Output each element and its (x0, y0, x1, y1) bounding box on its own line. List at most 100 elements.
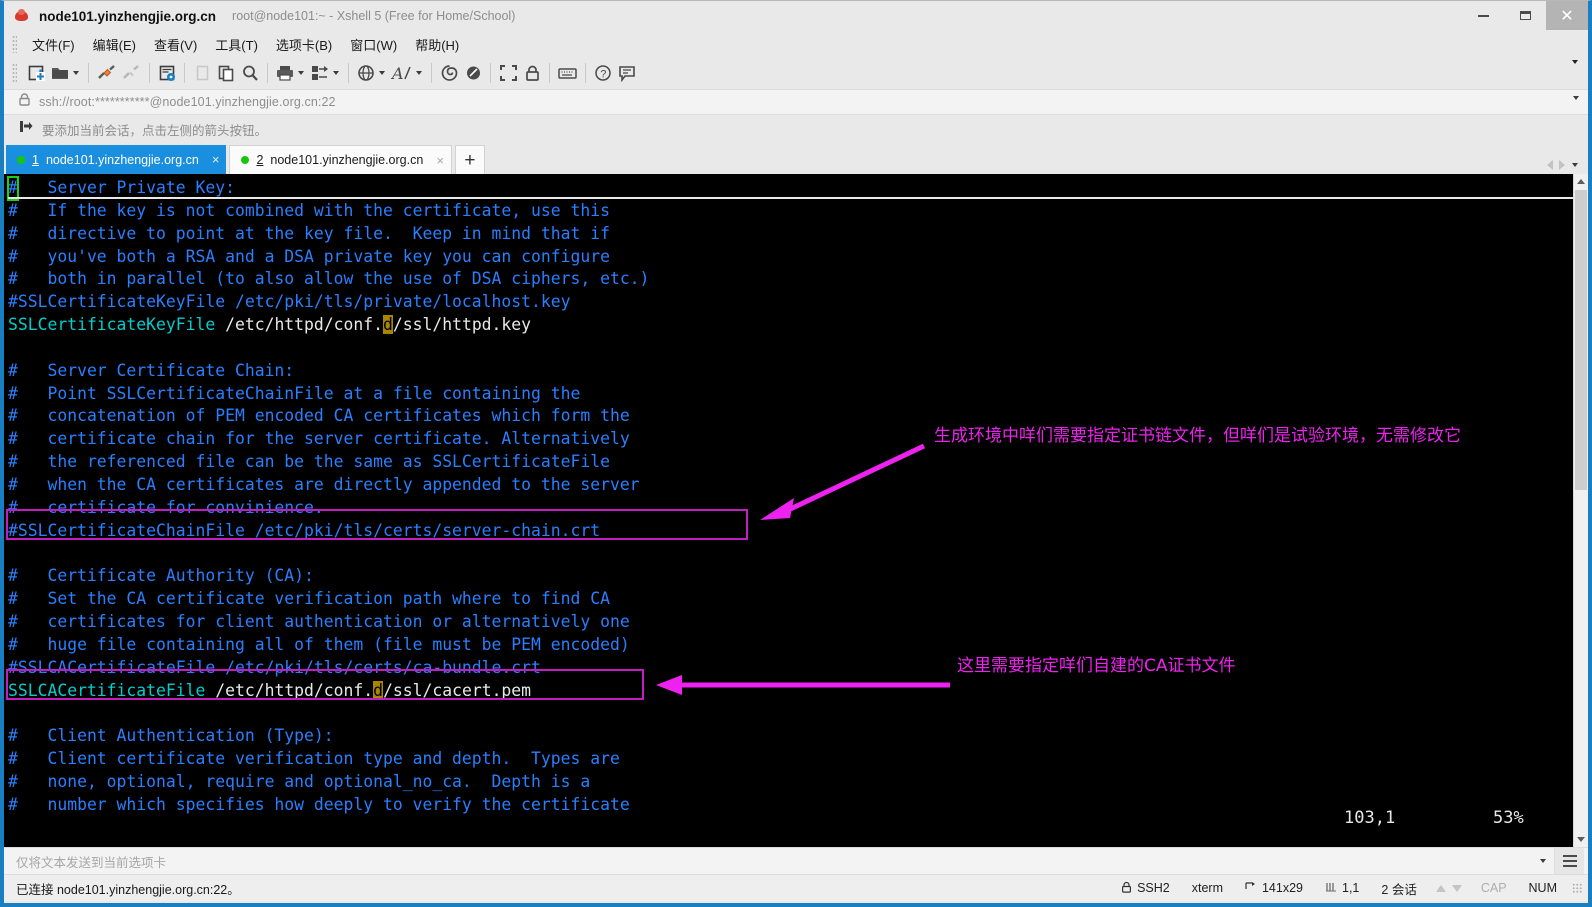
transfer-caret-icon[interactable] (333, 71, 339, 75)
hamburger-icon[interactable] (1554, 848, 1584, 874)
terminal-screen[interactable]: # Server Private Key: # If the key is not… (4, 174, 1573, 847)
ftp-icon[interactable] (461, 60, 485, 86)
connect-icon[interactable] (94, 60, 119, 86)
xshell-icon (14, 8, 30, 24)
tab-close-icon[interactable]: × (212, 152, 220, 167)
terminal-text: # you've both a RSA and a DSA private ke… (8, 246, 610, 266)
menu-tabs[interactable]: 选项卡(B) (267, 33, 341, 56)
print-caret-icon[interactable] (298, 71, 304, 75)
resize-icon (1245, 881, 1257, 896)
terminal-text: # Set the CA certificate verification pa… (8, 589, 610, 609)
terminal-text: # huge file containing all of them (file… (8, 634, 630, 654)
status-sessions: 2 会话 (1381, 882, 1417, 897)
close-button[interactable]: ✕ (1546, 1, 1588, 30)
status-num: NUM (1528, 881, 1557, 895)
transfer-icon[interactable] (308, 60, 332, 86)
lock-icon (1121, 881, 1132, 896)
globe-icon[interactable] (354, 60, 378, 86)
terminal-line: # both in parallel (to also allow the us… (8, 268, 1573, 291)
keyboard-icon[interactable] (555, 60, 580, 86)
send-text-input[interactable]: 仅将文本发送到当前选项卡 (16, 852, 166, 871)
terminal-text: #SSLCertificateKeyFile /etc/pki/tls/priv… (8, 292, 571, 312)
window-controls: ✕ (1462, 1, 1588, 30)
print-icon[interactable] (273, 60, 297, 86)
tab-list-caret-icon[interactable] (1572, 163, 1578, 167)
status-cap: CAP (1480, 881, 1507, 895)
sftp-icon[interactable] (437, 60, 461, 86)
session-properties-icon[interactable] (155, 60, 179, 86)
font-icon[interactable]: A (389, 60, 415, 86)
connected-status-dot-icon (241, 156, 250, 164)
terminal-scrollbar[interactable] (1573, 174, 1588, 847)
terminal-line: # Certificate Authority (CA): (8, 565, 1573, 588)
address-bar[interactable]: ssh://root:***********@node101.yinzhengj… (4, 89, 1588, 118)
xshell-window: node101.yinzhengjie.org.cn root@node101:… (0, 0, 1592, 907)
title-bar: node101.yinzhengjie.org.cn root@node101:… (4, 1, 1588, 31)
toolbar-separator (490, 63, 491, 83)
terminal-line: # number which specifies how deeply to v… (8, 794, 1573, 817)
new-session-icon[interactable] (24, 60, 48, 86)
menu-edit[interactable]: 编辑(E) (84, 33, 145, 56)
scroll-down-button[interactable] (1574, 832, 1588, 847)
menu-view[interactable]: 查看(V) (145, 33, 206, 56)
toolbar-grip-icon[interactable] (12, 63, 17, 83)
maximize-button[interactable] (1504, 1, 1546, 30)
scroll-up-button[interactable] (1574, 174, 1588, 189)
minimize-button[interactable] (1462, 1, 1504, 30)
terminal-line: # Set the CA certificate verification pa… (8, 588, 1573, 611)
fullscreen-icon[interactable] (496, 60, 520, 86)
open-folder-icon[interactable] (48, 60, 72, 86)
copy-icon[interactable] (214, 60, 238, 86)
menu-grip-icon[interactable] (12, 35, 17, 53)
scroll-percent-indicator: 53% (1493, 808, 1524, 828)
feedback-icon[interactable] (615, 60, 639, 86)
terminal-text: # Client certificate verification type a… (8, 749, 620, 769)
terminal-line: SSLCACertificateFile /etc/httpd/conf.d/s… (8, 680, 1573, 703)
terminal-line: # the referenced file can be the same as… (8, 451, 1573, 474)
terminal-line: #SSLCertificateKeyFile /etc/pki/tls/priv… (8, 291, 1573, 314)
open-folder-caret-icon[interactable] (73, 71, 79, 75)
terminal-search-highlight: d (373, 680, 384, 700)
status-size: 141x29 (1234, 881, 1314, 896)
new-tab-button[interactable]: + (454, 145, 485, 174)
disconnect-icon[interactable] (119, 60, 144, 86)
toolbar-overflow-caret-icon[interactable] (1571, 60, 1582, 82)
tab-session-2[interactable]: 2 node101.yinzhengjie.org.cn × (229, 145, 452, 174)
tab-navigation (1547, 160, 1582, 170)
terminal-directive: SSLCertificateKeyFile (8, 315, 216, 335)
add-session-arrow-icon[interactable] (18, 119, 33, 139)
terminal-text: # certificate chain for the server certi… (8, 429, 630, 449)
chevron-down-icon[interactable] (1573, 96, 1579, 118)
status-bar-right: SSH2 xterm 141x29 1,1 2 会话 CAP NUM (1110, 875, 1582, 901)
find-icon[interactable] (238, 60, 262, 86)
paste-plain-icon[interactable] (190, 60, 214, 86)
menu-window[interactable]: 窗口(W) (341, 33, 406, 56)
terminal-path: /etc/httpd/conf. (205, 680, 374, 700)
caret-label: 1,1 (1342, 881, 1360, 895)
resize-grip-icon[interactable] (1572, 883, 1582, 893)
terminal-line: SSLCertificateKeyFile /etc/httpd/conf.d/… (8, 314, 1573, 337)
menu-help[interactable]: 帮助(H) (406, 33, 468, 56)
toolbar-separator (88, 63, 89, 83)
tab-scroll-right-icon[interactable] (1559, 160, 1565, 170)
help-icon[interactable]: ? (591, 60, 615, 86)
tab-label: node101.yinzhengjie.org.cn (45, 152, 199, 167)
terminal-text: # Client Authentication (Type): (8, 726, 334, 746)
lock-icon[interactable] (520, 60, 544, 86)
terminal-text: # certificates for client authentication… (8, 612, 630, 632)
tab-close-icon[interactable]: × (436, 153, 444, 168)
chevron-down-icon[interactable] (1540, 859, 1546, 863)
terminal-text: #SSLCACertificateFile /etc/pki/tls/certs… (8, 657, 541, 677)
address-input[interactable]: ssh://root:***********@node101.yinzhengj… (39, 95, 336, 109)
send-text-bar[interactable]: 仅将文本发送到当前选项卡 (4, 847, 1588, 874)
menu-tools[interactable]: 工具(T) (206, 33, 267, 56)
scrollbar-thumb[interactable] (1575, 190, 1587, 490)
font-caret-icon[interactable] (416, 71, 422, 75)
globe-caret-icon[interactable] (379, 71, 385, 75)
tab-scroll-left-icon[interactable] (1547, 160, 1553, 170)
menu-file[interactable]: 文件(F) (23, 33, 84, 56)
terminal-text: # concatenation of PEM encoded CA certif… (8, 406, 630, 426)
terminal-text: # Server Certificate Chain: (8, 360, 295, 380)
tab-session-1[interactable]: 1 node101.yinzhengjie.org.cn × (6, 145, 227, 174)
